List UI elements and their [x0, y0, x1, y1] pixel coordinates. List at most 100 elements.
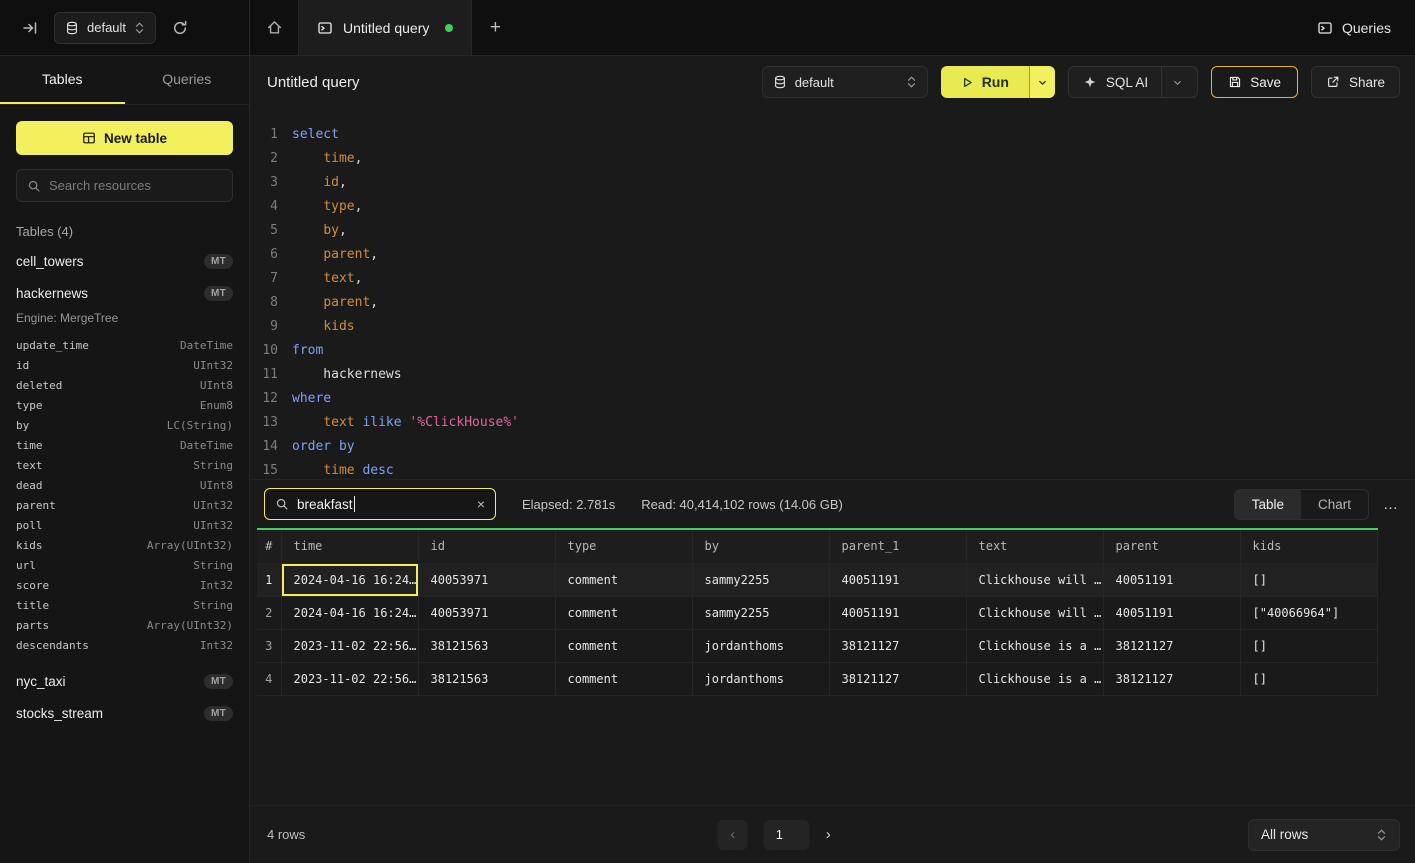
table-cell[interactable]: 2024-04-16 16:24… — [281, 596, 418, 629]
table-cell[interactable]: 38121563 — [418, 662, 555, 695]
column-header[interactable]: parent_1 — [829, 530, 966, 563]
prev-page-button[interactable]: ‹ — [718, 820, 748, 850]
results-toolbar: breakfast × Elapsed: 2.781s Read: 40,414… — [250, 480, 1415, 528]
table-cell[interactable]: [] — [1240, 563, 1377, 596]
sidebar-tab-queries[interactable]: Queries — [125, 56, 250, 104]
content: Tables Queries New table Tables (4) — [0, 56, 1415, 863]
new-tab-button[interactable]: + — [472, 0, 518, 55]
code-line[interactable]: 8 parent, — [250, 290, 1415, 314]
column-header[interactable]: kids — [1240, 530, 1377, 563]
clear-search-button[interactable]: × — [477, 496, 485, 512]
table-cell[interactable]: jordanthoms — [692, 629, 829, 662]
code-line[interactable]: 13 text ilike '%ClickHouse%' — [250, 410, 1415, 434]
column-header[interactable]: parent — [1103, 530, 1240, 563]
column-name: update_time — [16, 339, 180, 352]
table-cell[interactable]: Clickhouse will … — [966, 596, 1103, 629]
sidebar-table-item[interactable]: nyc_taxiMT — [16, 665, 233, 697]
table-cell[interactable]: 38121563 — [418, 629, 555, 662]
view-toggle-chart[interactable]: Chart — [1301, 490, 1368, 519]
table-cell[interactable]: comment — [555, 563, 692, 596]
code-line[interactable]: 4 type, — [250, 194, 1415, 218]
row-number-cell[interactable]: 4 — [257, 662, 281, 695]
share-button[interactable]: Share — [1311, 66, 1400, 98]
table-cell[interactable]: 2023-11-02 22:56… — [281, 662, 418, 695]
table-cell[interactable]: comment — [555, 662, 692, 695]
sql-ai-options[interactable] — [1161, 67, 1183, 97]
column-header[interactable]: # — [257, 530, 281, 563]
table-cell[interactable]: Clickhouse is a … — [966, 662, 1103, 695]
code-line[interactable]: 7 text, — [250, 266, 1415, 290]
table-cell[interactable]: 38121127 — [829, 662, 966, 695]
table-cell[interactable]: Clickhouse will … — [966, 563, 1103, 596]
sidebar-table-item[interactable]: cell_towersMT — [16, 245, 233, 277]
code-line[interactable]: 11 hackernews — [250, 362, 1415, 386]
page-size-selector[interactable]: All rows — [1248, 819, 1400, 851]
code-line[interactable]: 2 time, — [250, 146, 1415, 170]
sidebar-tab-tables[interactable]: Tables — [0, 56, 125, 104]
column-header[interactable]: by — [692, 530, 829, 563]
table-cell[interactable]: 40051191 — [829, 563, 966, 596]
sql-ai-button[interactable]: SQL AI — [1068, 66, 1198, 98]
tab-label: Untitled query — [343, 20, 429, 36]
table-cell[interactable]: 40051191 — [1103, 596, 1240, 629]
queries-button[interactable]: Queries — [1317, 20, 1391, 36]
column-header[interactable]: type — [555, 530, 692, 563]
column-header[interactable]: time — [281, 530, 418, 563]
page-number-input[interactable]: 1 — [764, 820, 810, 850]
table-cell[interactable]: 38121127 — [829, 629, 966, 662]
table-cell[interactable]: sammy2255 — [692, 596, 829, 629]
next-page-button[interactable]: › — [826, 826, 831, 843]
table-cell[interactable]: sammy2255 — [692, 563, 829, 596]
table-cell[interactable]: 40053971 — [418, 563, 555, 596]
code-line[interactable]: 3 id, — [250, 170, 1415, 194]
collapse-sidebar-button[interactable] — [18, 16, 42, 40]
table-cell[interactable]: comment — [555, 629, 692, 662]
run-button[interactable]: Run — [941, 66, 1029, 98]
table-cell[interactable]: [] — [1240, 662, 1377, 695]
table-cell[interactable]: 40053971 — [418, 596, 555, 629]
row-number-cell[interactable]: 2 — [257, 596, 281, 629]
code-line[interactable]: 10from — [250, 338, 1415, 362]
new-table-button[interactable]: New table — [16, 121, 233, 155]
sql-editor[interactable]: 1select2 time,3 id,4 type,5 by,6 parent,… — [250, 108, 1415, 480]
table-cell[interactable]: 38121127 — [1103, 629, 1240, 662]
sidebar-table-item[interactable]: stocks_streamMT — [16, 697, 233, 729]
sidebar-search-input[interactable] — [49, 178, 225, 193]
table-cell[interactable]: jordanthoms — [692, 662, 829, 695]
table-cell[interactable]: 40051191 — [1103, 563, 1240, 596]
query-database-selector[interactable]: default — [762, 66, 928, 98]
table-cell[interactable]: ["40066964"] — [1240, 596, 1377, 629]
refresh-button[interactable] — [168, 16, 192, 40]
code-text: time desc — [292, 463, 394, 478]
table-cell[interactable]: 38121127 — [1103, 662, 1240, 695]
column-type: Int32 — [200, 579, 233, 592]
table-cell[interactable]: [] — [1240, 629, 1377, 662]
table-cell[interactable]: Clickhouse is a … — [966, 629, 1103, 662]
row-number-cell[interactable]: 3 — [257, 629, 281, 662]
code-line[interactable]: 6 parent, — [250, 242, 1415, 266]
code-line[interactable]: 14order by — [250, 434, 1415, 458]
code-line[interactable]: 15 time desc — [250, 458, 1415, 482]
table-cell[interactable]: 40051191 — [829, 596, 966, 629]
code-line[interactable]: 5 by, — [250, 218, 1415, 242]
tab-untitled-query[interactable]: Untitled query — [298, 0, 472, 55]
database-selector[interactable]: default — [54, 12, 156, 44]
table-cell[interactable]: comment — [555, 596, 692, 629]
view-toggle-table[interactable]: Table — [1235, 490, 1301, 519]
results-search-input[interactable]: breakfast × — [264, 488, 496, 520]
share-icon — [1326, 75, 1340, 89]
sidebar-table-item[interactable]: hackernewsMT — [16, 277, 233, 309]
code-line[interactable]: 9 kids — [250, 314, 1415, 338]
tab-home[interactable] — [250, 0, 298, 55]
more-options-button[interactable]: … — [1383, 496, 1399, 513]
column-item: scoreInt32 — [16, 575, 233, 595]
save-button[interactable]: Save — [1211, 66, 1298, 98]
row-number-cell[interactable]: 1 — [257, 563, 281, 596]
column-header[interactable]: id — [418, 530, 555, 563]
code-line[interactable]: 1select — [250, 122, 1415, 146]
column-header[interactable]: text — [966, 530, 1103, 563]
code-line[interactable]: 12where — [250, 386, 1415, 410]
table-cell[interactable]: 2024-04-16 16:24… — [281, 563, 418, 596]
run-options-button[interactable] — [1029, 66, 1055, 98]
table-cell[interactable]: 2023-11-02 22:56… — [281, 629, 418, 662]
